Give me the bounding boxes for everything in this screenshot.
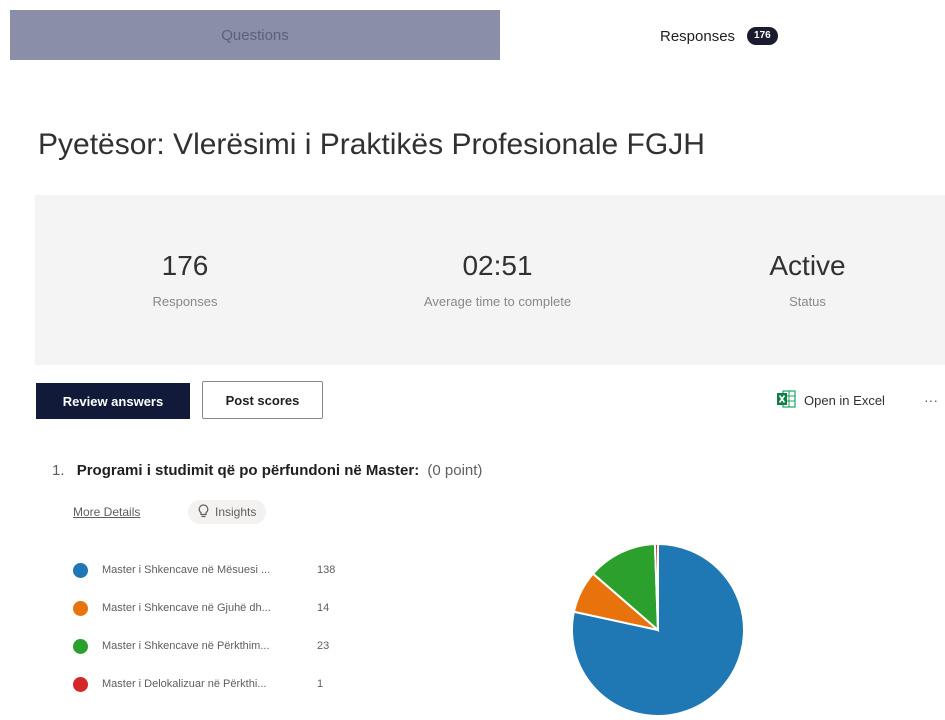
pie-chart <box>571 542 745 717</box>
stat-average-time-value: 02:51 <box>462 250 533 281</box>
stat-status-label: Status <box>789 294 826 309</box>
legend-label: Master i Shkencave në Përkthim... <box>102 640 270 652</box>
excel-icon <box>776 390 796 411</box>
form-title: Pyetësor: Vlerësimi i Praktikës Profesio… <box>38 128 705 161</box>
tab-bar: Questions Responses 176 <box>0 0 945 70</box>
legend-swatch <box>73 676 88 692</box>
stat-responses-value: 176 <box>161 250 209 281</box>
insights-button[interactable]: Insights <box>188 500 267 524</box>
stat-status-value: Active <box>769 250 846 281</box>
question-points: (0 point) <box>427 462 483 479</box>
chart-legend: Master i Shkencave në Mësuesi ... 138 Mast… <box>73 560 347 712</box>
legend-count: 23 <box>317 640 330 652</box>
tab-responses[interactable]: Responses 176 <box>660 22 778 50</box>
summary-panel: 176 Responses 02:51 Average time to comp… <box>35 195 945 365</box>
open-in-excel-label: Open in Excel <box>804 393 885 408</box>
legend-label: Master i Shkencave në Mësuesi ... <box>102 564 271 576</box>
legend-swatch <box>73 562 88 578</box>
lightbulb-icon <box>198 503 209 521</box>
stat-responses: 176 Responses <box>115 250 255 309</box>
post-scores-button[interactable]: Post scores <box>202 381 323 419</box>
stat-status: Active Status <box>745 250 870 309</box>
tab-questions[interactable]: Questions <box>10 10 500 60</box>
legend-item: Master i Shkencave në Gjuhë dh... 14 <box>73 598 347 618</box>
legend-swatch <box>73 638 88 654</box>
stat-responses-label: Responses <box>152 294 218 309</box>
legend-count: 14 <box>317 602 330 614</box>
more-details-link[interactable]: More Details <box>73 505 140 519</box>
responses-count-badge: 176 <box>747 27 778 45</box>
legend-label: Master i Delokalizuar në Përkthi... <box>102 678 267 690</box>
legend-label: Master i Shkencave në Gjuhë dh... <box>102 602 271 614</box>
legend-item: Master i Shkencave në Mësuesi ... 138 <box>73 560 347 580</box>
tab-responses-label: Responses <box>660 27 736 45</box>
tab-questions-label: Questions <box>221 26 289 44</box>
question-text: Programi i studimit që po përfundoni në … <box>76 462 420 479</box>
open-in-excel-button[interactable]: Open in Excel <box>776 390 885 411</box>
legend-count: 138 <box>317 564 336 576</box>
stat-average-time-label: Average time to complete <box>423 294 572 309</box>
question-number: 1. <box>52 462 65 479</box>
review-answers-button[interactable]: Review answers <box>36 383 190 419</box>
insights-label: Insights <box>215 505 257 519</box>
legend-count: 1 <box>317 678 324 690</box>
more-options-icon[interactable]: ··· <box>924 392 938 408</box>
question-heading: 1. Programi i studimit që po përfundoni … <box>52 462 482 479</box>
legend-item: Master i Shkencave në Përkthim... 23 <box>73 636 347 656</box>
legend-swatch <box>73 600 88 616</box>
stat-average-time: 02:51 Average time to complete <box>385 250 610 309</box>
legend-item: Master i Delokalizuar në Përkthi... 1 <box>73 674 347 694</box>
